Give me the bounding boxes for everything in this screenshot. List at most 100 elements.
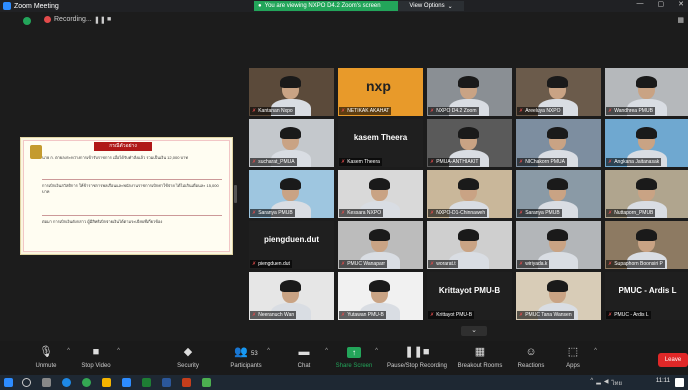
- participant-name: Saranya PMUB: [525, 210, 560, 216]
- close-button[interactable]: ✕: [678, 0, 684, 8]
- breakout-rooms-button[interactable]: ▦ Breakout Rooms: [452, 343, 508, 373]
- file-explorer-icon[interactable]: [102, 378, 111, 387]
- chat-button[interactable]: ▬ Chat ^: [276, 343, 332, 373]
- participant-tile[interactable]: ✗ NXPO D4.2 Zoom: [427, 68, 512, 116]
- participant-tile[interactable]: ✗ Saranya PMUB: [516, 170, 601, 218]
- participant-tile[interactable]: ✗ Kantanan Nxpo: [249, 68, 334, 116]
- microphone-muted-icon: ✗: [430, 261, 435, 267]
- participants-button[interactable]: 👥 53 Participants ^: [218, 343, 274, 373]
- participant-tile[interactable]: ✗ worarat.t: [427, 221, 512, 269]
- edge-browser-icon[interactable]: [62, 378, 71, 387]
- participant-hair: [369, 178, 390, 190]
- participant-hair: [636, 178, 657, 190]
- participant-name-tag: ✗ Angkana Jaitanasak: [606, 158, 662, 166]
- participant-tile[interactable]: ✗ Kessara NXPO: [338, 170, 423, 218]
- participant-name-tag: ✗ Wandhrea PMUB: [606, 107, 655, 115]
- network-icon[interactable]: ▂: [596, 378, 601, 388]
- participant-hair: [458, 127, 479, 139]
- pause-stop-recording-button[interactable]: ❚❚■ Pause/Stop Recording: [384, 343, 450, 373]
- stop-recording-icon[interactable]: ■: [107, 16, 111, 23]
- chevron-up-icon[interactable]: ^: [375, 348, 378, 354]
- participant-hair: [547, 127, 568, 139]
- participant-tile[interactable]: ✗ Wandhrea PMUB: [605, 68, 688, 116]
- view-options-button[interactable]: View Options ⌄: [398, 1, 464, 11]
- app-icon[interactable]: [202, 378, 211, 387]
- slide-divider: [42, 215, 222, 216]
- microphone-muted-icon: ✗: [252, 108, 257, 114]
- task-view-icon[interactable]: [42, 378, 51, 387]
- pause-recording-icon[interactable]: ❚❚: [94, 16, 106, 24]
- search-icon[interactable]: [22, 378, 31, 387]
- slide-paragraph: นาย ก. ตายลงระหว่างการเข้ารับราชการ เมื่…: [42, 155, 188, 160]
- gallery-next-page-button[interactable]: ⌄: [461, 326, 487, 336]
- participant-display-name: piengduen.dut: [263, 235, 320, 244]
- word-icon[interactable]: [162, 378, 171, 387]
- slide-divider: [42, 179, 222, 180]
- excel-icon[interactable]: [142, 378, 151, 387]
- security-button[interactable]: ◆ Security: [160, 343, 216, 373]
- chevron-up-icon[interactable]: ^: [590, 378, 593, 388]
- participant-tile[interactable]: ✗ Supaphorn Boonsiri P: [605, 221, 688, 269]
- apps-button[interactable]: ⬚ Apps ^: [545, 343, 601, 373]
- virtual-background-logo: nxp: [366, 78, 391, 94]
- participant-tile[interactable]: piengduen.dut ✗ piengduen.dut: [249, 221, 334, 269]
- participant-name: NETIKAK AKAHAT: [347, 108, 390, 114]
- microphone-muted-icon: ✗: [519, 108, 524, 114]
- participant-tile[interactable]: PMUC - Ardis L ✗ PMUC - Ardis L: [605, 272, 688, 320]
- unmute-button[interactable]: 🎙 Unmute ^: [18, 343, 74, 373]
- view-toggle[interactable]: ▦: [677, 16, 684, 24]
- participant-tile[interactable]: ✗ Neeranuch Wan: [249, 272, 334, 320]
- participant-name-tag: ✗ PMUC Wanaparr: [339, 260, 388, 268]
- participant-hair: [369, 229, 390, 241]
- status-row: Recording... ❚❚ ■ ▦: [0, 13, 688, 29]
- leave-button[interactable]: Leave: [658, 353, 688, 367]
- notification-icon[interactable]: [675, 378, 684, 387]
- participant-hair: [636, 127, 657, 139]
- participant-name: Nuttaporn_PMUB: [614, 210, 654, 216]
- participant-tile[interactable]: ✗ Nuttaporn_PMUB: [605, 170, 688, 218]
- participant-tile[interactable]: ✗ NIChakorn PMUA: [516, 119, 601, 167]
- stop-video-button[interactable]: ■ Stop Video ^: [68, 343, 124, 373]
- share-screen-button[interactable]: ↑ Share Screen ^: [326, 343, 382, 373]
- participant-tile[interactable]: ✗ PMUC Wanaparr: [338, 221, 423, 269]
- participant-tile[interactable]: ✗ Areeluya NXPO: [516, 68, 601, 116]
- volume-icon[interactable]: ◀: [604, 378, 609, 388]
- minimize-button[interactable]: —: [637, 0, 644, 8]
- chevron-up-icon[interactable]: ^: [117, 348, 120, 354]
- participant-tile[interactable]: ✗ Saranya PMUB: [249, 170, 334, 218]
- participant-tile[interactable]: nxp ✗ NETIKAK AKAHAT: [338, 68, 423, 116]
- participant-tile[interactable]: ✗ Yutawan PMU-B: [338, 272, 423, 320]
- participant-hair: [280, 127, 301, 139]
- chevron-up-icon[interactable]: ^: [267, 348, 270, 354]
- participant-tile[interactable]: ✗ sucharat_PMUA: [249, 119, 334, 167]
- participants-count: 53: [251, 351, 258, 357]
- microphone-muted-icon: ✗: [341, 108, 346, 114]
- split-handle[interactable]: [234, 185, 237, 203]
- microphone-muted-icon: ✗: [252, 312, 257, 318]
- participant-tile[interactable]: Krittayot PMU-B ✗ Krittayot PMU-B: [427, 272, 512, 320]
- participant-tile[interactable]: ✗ PMUA-ANTHIAKIT: [427, 119, 512, 167]
- participant-hair: [458, 229, 479, 241]
- share-screen-icon: ↑: [326, 343, 382, 361]
- participant-tile[interactable]: kasem Theera ✗ Kasem Theera: [338, 119, 423, 167]
- participant-name-tag: ✗ PMUC - Ardis L: [606, 311, 651, 319]
- participant-tile[interactable]: ✗ NXPO-D1-Chinnaweh: [427, 170, 512, 218]
- microphone-muted-icon: ✗: [519, 159, 524, 165]
- participant-tile[interactable]: ✗ PMUC Tana Wansen: [516, 272, 601, 320]
- participant-name-tag: ✗ NXPO D4.2 Zoom: [428, 107, 479, 115]
- language-indicator[interactable]: ไทย: [612, 378, 623, 388]
- chevron-up-icon[interactable]: ^: [594, 348, 597, 354]
- shield-icon[interactable]: [23, 17, 31, 25]
- chrome-icon[interactable]: [82, 378, 91, 387]
- participant-tile[interactable]: ✗ wiriyada.k: [516, 221, 601, 269]
- shared-screen: กรณีตัวอย่าง นาย ก. ตายลงระหว่างการเข้าร…: [20, 137, 233, 255]
- participant-tile[interactable]: ✗ Angkana Jaitanasak: [605, 119, 688, 167]
- maximize-button[interactable]: ▢: [658, 0, 665, 8]
- zoom-taskbar-icon[interactable]: [122, 378, 131, 387]
- participant-hair: [547, 178, 568, 190]
- powerpoint-icon[interactable]: [182, 378, 191, 387]
- start-icon[interactable]: [4, 378, 13, 387]
- shared-slide: กรณีตัวอย่าง นาย ก. ตายลงระหว่างการเข้าร…: [23, 140, 230, 252]
- participant-hair: [547, 280, 568, 292]
- system-clock[interactable]: 11:11: [656, 378, 670, 384]
